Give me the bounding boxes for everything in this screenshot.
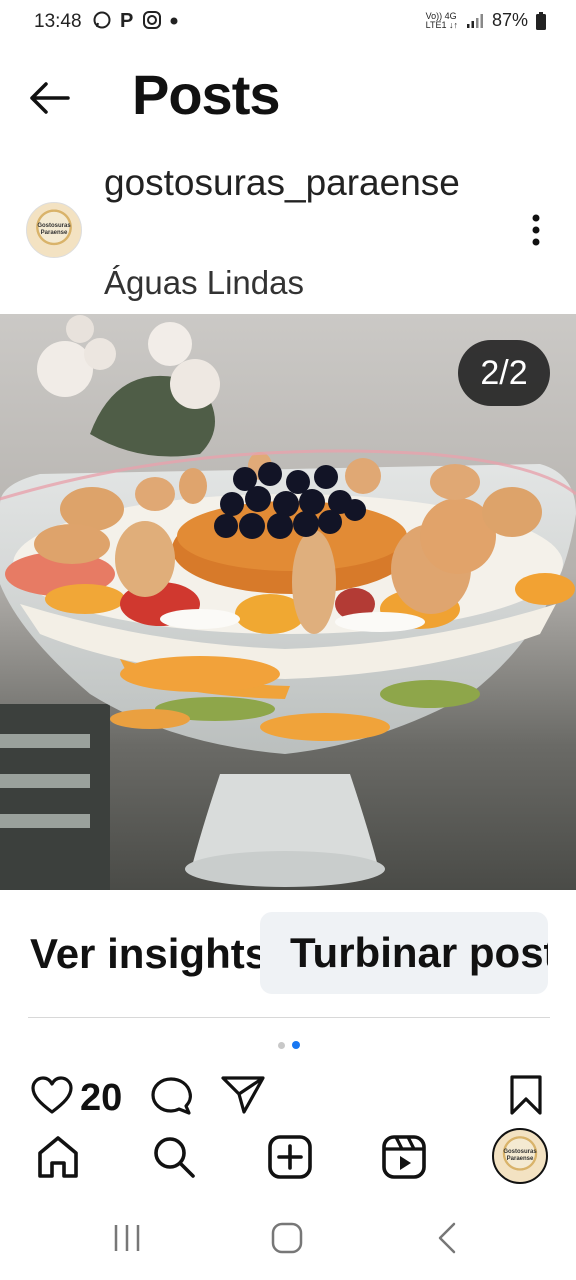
system-back-icon[interactable] xyxy=(432,1221,462,1255)
view-insights-button[interactable]: Ver insights xyxy=(30,930,268,978)
carousel-dot-2-active xyxy=(292,1041,300,1049)
create-post-icon[interactable] xyxy=(266,1133,314,1181)
battery-percent: 87% xyxy=(491,10,528,30)
more-options-icon[interactable] xyxy=(520,210,552,254)
search-icon[interactable] xyxy=(150,1133,198,1181)
signal-icon xyxy=(466,13,483,28)
status-right: Vo)) 4G LTE1 ↓↑ 87% xyxy=(426,10,546,31)
share-icon[interactable] xyxy=(220,1074,266,1116)
carousel-dot-1 xyxy=(278,1042,285,1049)
profile-avatar-text: Gostosuras Paraense xyxy=(503,1149,537,1162)
pinterest-icon: P xyxy=(120,10,133,30)
whatsapp-icon xyxy=(93,11,111,29)
back-arrow-icon[interactable] xyxy=(28,78,72,118)
avatar-logo-text: Gostosuras Paraense xyxy=(37,223,71,236)
notification-dot-icon xyxy=(170,17,178,25)
post-author-avatar[interactable]: Gostosuras Paraense xyxy=(26,202,82,258)
system-navigation-bar xyxy=(0,1195,576,1280)
battery-icon xyxy=(536,11,546,30)
bookmark-icon[interactable] xyxy=(508,1074,544,1116)
post-location[interactable]: Águas Lindas xyxy=(104,264,304,302)
status-notification-icons: P xyxy=(92,10,180,30)
comment-icon[interactable] xyxy=(150,1076,194,1116)
heart-icon[interactable] xyxy=(30,1076,74,1116)
svg-text:P: P xyxy=(120,10,133,30)
network-indicator: Vo)) 4G LTE1 ↓↑ xyxy=(425,11,458,30)
image-counter-badge: 2/2 xyxy=(458,340,550,406)
status-bar: 13:48 P Vo)) 4G LTE1 ↓↑ 87% xyxy=(0,0,576,48)
instagram-icon xyxy=(143,11,161,29)
network-label-bottom: LTE1 ↓↑ xyxy=(425,19,458,30)
profile-avatar[interactable]: Gostosuras Paraense xyxy=(492,1128,548,1184)
post-username[interactable]: gostosuras_paraense xyxy=(104,160,484,206)
boost-post-button[interactable]: Turbinar post xyxy=(260,912,548,994)
like-count[interactable]: 20 xyxy=(80,1077,122,1120)
reels-icon[interactable] xyxy=(380,1133,428,1181)
recent-apps-icon[interactable] xyxy=(110,1223,144,1253)
home-button-icon[interactable] xyxy=(270,1221,304,1255)
page-title: Posts xyxy=(132,63,280,126)
divider xyxy=(28,1017,550,1018)
status-time: 13:48 xyxy=(34,11,82,32)
home-icon[interactable] xyxy=(34,1133,82,1181)
